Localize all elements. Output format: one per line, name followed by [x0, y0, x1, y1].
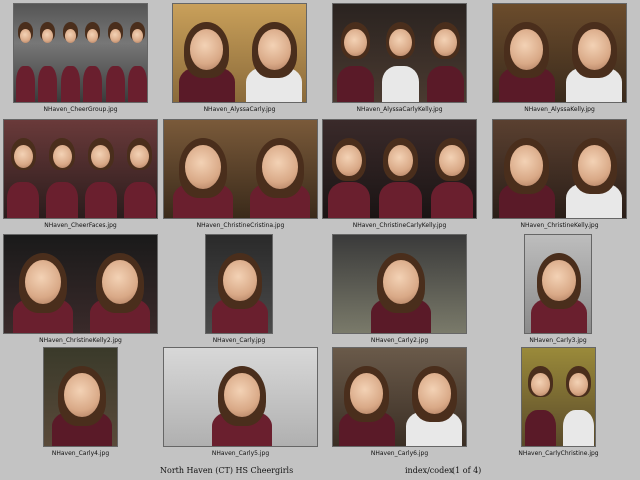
thumbnail-image[interactable] [332, 3, 467, 103]
thumbnail-image[interactable] [3, 119, 158, 219]
thumbnail-image[interactable] [521, 347, 596, 447]
thumbnail-image[interactable] [43, 347, 118, 447]
thumbnail-image[interactable] [332, 347, 467, 447]
thumbnail-caption[interactable]: NHaven_Carly3.jpg [504, 337, 612, 344]
thumbnail-caption[interactable]: NHaven_CarlyChristine.jpg [501, 450, 616, 457]
thumbnail-item[interactable]: NHaven_ChristineCristina.jpg [163, 119, 318, 231]
thumbnail-image[interactable] [163, 347, 318, 447]
thumbnail-image[interactable] [3, 234, 158, 334]
thumbnail-item[interactable]: NHaven_CheerGroup.jpg [13, 3, 148, 115]
thumbnail-item[interactable]: NHaven_CarlyChristine.jpg [518, 347, 599, 459]
thumbnail-caption[interactable]: NHaven_CheerGroup.jpg [0, 106, 168, 113]
thumbnail-item[interactable]: NHaven_Carly4.jpg [43, 347, 118, 459]
thumbnail-item[interactable]: NHaven_ChristineKelly2.jpg [3, 234, 158, 346]
thumbnail-caption[interactable]: NHaven_ChristineCarlyKelly.jpg [302, 222, 497, 229]
thumbnail-caption[interactable]: NHaven_Carly2.jpg [312, 337, 487, 344]
gallery-title: North Haven (CT) HS Cheergirls [160, 466, 294, 475]
thumbnail-item[interactable]: NHaven_ChristineCarlyKelly.jpg [322, 119, 477, 231]
thumbnail-item[interactable]: NHaven_Carly3.jpg [524, 234, 592, 346]
thumbnail-caption[interactable]: NHaven_Carly4.jpg [23, 450, 138, 457]
thumbnail-caption[interactable]: NHaven_AlyssaCarlyKelly.jpg [312, 106, 487, 113]
thumbnail-image[interactable] [492, 3, 627, 103]
thumbnail-caption[interactable]: NHaven_ChristineKelly.jpg [472, 222, 640, 229]
thumbnail-image[interactable] [332, 234, 467, 334]
index-link[interactable]: index/codex [405, 466, 453, 475]
thumbnail-image[interactable] [172, 3, 307, 103]
thumbnail-item[interactable]: NHaven_ChristineKelly.jpg [492, 119, 627, 231]
thumbnail-caption[interactable]: NHaven_AlyssaKelly.jpg [472, 106, 640, 113]
thumbnail-image[interactable] [13, 3, 148, 103]
thumbnail-item[interactable]: NHaven_AlyssaKelly.jpg [492, 3, 627, 115]
thumbnail-item[interactable]: NHaven_Carly6.jpg [332, 347, 467, 459]
thumbnail-caption[interactable]: NHaven_Carly6.jpg [312, 450, 487, 457]
thumbnail-caption[interactable]: NHaven_Carly.jpg [185, 337, 293, 344]
thumbnail-image[interactable] [524, 234, 592, 334]
thumbnail-item[interactable]: NHaven_CheerFaces.jpg [3, 119, 158, 231]
thumbnail-caption[interactable]: NHaven_ChristineKelly2.jpg [0, 337, 178, 344]
thumbnail-item[interactable]: NHaven_Carly2.jpg [332, 234, 467, 346]
thumbnail-item[interactable]: NHaven_Carly.jpg [205, 234, 273, 346]
thumbnail-caption[interactable]: NHaven_Carly5.jpg [143, 450, 338, 457]
thumbnail-caption[interactable]: NHaven_AlyssaCarly.jpg [152, 106, 327, 113]
thumbnail-item[interactable]: NHaven_Carly5.jpg [163, 347, 318, 459]
page-info: (1 of 4) [452, 466, 482, 475]
thumbnail-item[interactable]: NHaven_AlyssaCarlyKelly.jpg [332, 3, 467, 115]
thumbnail-image[interactable] [492, 119, 627, 219]
thumbnail-image[interactable] [205, 234, 273, 334]
thumbnail-image[interactable] [322, 119, 477, 219]
thumbnail-item[interactable]: NHaven_AlyssaCarly.jpg [172, 3, 307, 115]
thumbnail-image[interactable] [163, 119, 318, 219]
